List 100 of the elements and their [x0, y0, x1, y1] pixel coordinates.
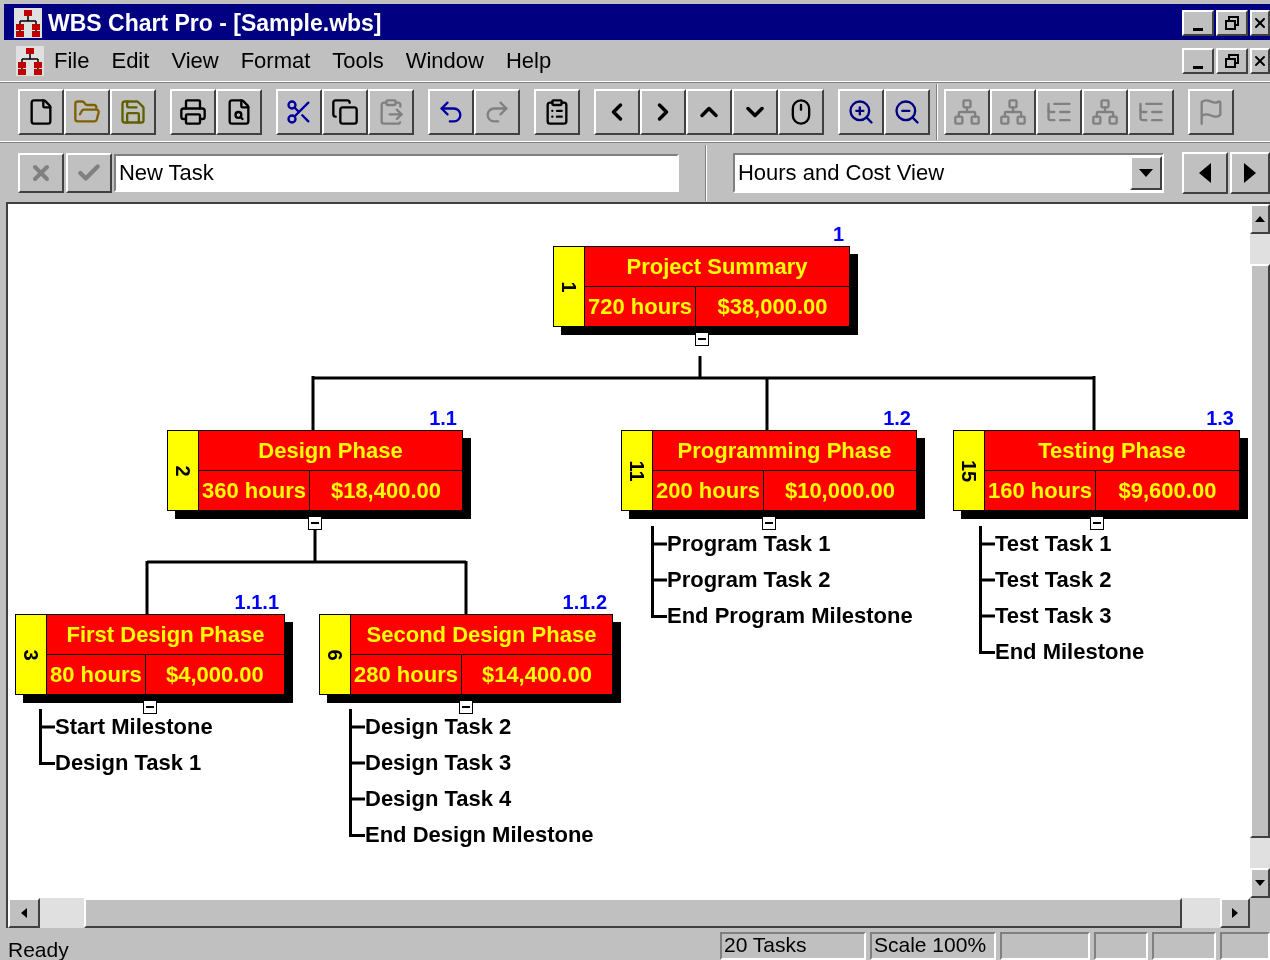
floppy-icon: [119, 98, 147, 126]
status-scale: Scale 100%: [870, 932, 996, 960]
triangle-down-icon: [1255, 880, 1265, 886]
wbs-number: 1.1.2: [561, 592, 607, 612]
toolbar-button[interactable]: [686, 89, 732, 135]
copy-icon: [331, 98, 359, 126]
scroll-down-button[interactable]: [1250, 868, 1270, 898]
minimize-icon: [1193, 65, 1203, 69]
task-label[interactable]: End Program Milestone: [667, 605, 913, 627]
window-title: WBS Chart Pro - [Sample.wbs]: [48, 8, 382, 38]
toolbar-button[interactable]: [18, 89, 64, 135]
task-label[interactable]: Design Task 4: [365, 788, 512, 810]
node-title: Programming Phase: [676, 437, 893, 465]
tree-line: [349, 745, 365, 781]
triangle-right-icon: [1244, 162, 1257, 183]
scroll-thumb[interactable]: [1250, 264, 1270, 838]
hours-cell: 360 hours: [199, 471, 310, 510]
tree-line: [349, 709, 365, 745]
collapse-button[interactable]: [308, 516, 322, 530]
status-pane: [1094, 932, 1148, 960]
collapse-button[interactable]: [694, 332, 709, 346]
vertical-scrollbar[interactable]: [1250, 204, 1270, 898]
node-title: Second Design Phase: [365, 621, 598, 649]
task-label[interactable]: Design Task 3: [365, 752, 512, 774]
menu-item[interactable]: Tools: [332, 44, 384, 77]
menu-item[interactable]: Format: [240, 44, 311, 77]
toolbar-button[interactable]: [778, 89, 824, 135]
menu-item[interactable]: Edit: [111, 44, 150, 77]
toolbar-button[interactable]: [428, 89, 474, 135]
task-label[interactable]: Program Task 2: [667, 569, 831, 591]
task-node[interactable]: 6 Second Design Phase 280 hours $14,400.00: [319, 614, 613, 695]
scroll-left-button[interactable]: [8, 898, 40, 928]
toolbar-button[interactable]: [64, 89, 110, 135]
toolbar-button[interactable]: [594, 89, 640, 135]
task-label[interactable]: Test Task 1: [995, 533, 1112, 555]
cost-cell-text: $14,400.00: [480, 661, 593, 689]
toolbar-button[interactable]: [276, 89, 322, 135]
menu-item[interactable]: Help: [505, 44, 552, 77]
task-label[interactable]: Design Task 1: [55, 752, 202, 774]
triangle-up-icon: [1255, 216, 1265, 222]
toolbar-button[interactable]: [884, 89, 930, 135]
tree-line: [651, 526, 667, 562]
restore-button[interactable]: [1216, 47, 1248, 74]
node-title: Design Phase: [257, 437, 404, 465]
cost-cell-text: $10,000.00: [783, 477, 896, 505]
task-node[interactable]: 1 Project Summary 720 hours $38,000.00: [553, 246, 850, 327]
previous-button[interactable]: [1182, 151, 1229, 194]
toolbar-button[interactable]: [640, 89, 686, 135]
toolbar-button[interactable]: [322, 89, 368, 135]
minimize-icon: [1193, 28, 1203, 31]
triangle-left-icon: [21, 908, 27, 918]
task-label[interactable]: Program Task 1: [667, 533, 831, 555]
task-label[interactable]: Design Task 2: [365, 716, 512, 738]
status-task-count: 20 Tasks: [720, 932, 866, 960]
scroll-up-button[interactable]: [1250, 204, 1270, 234]
org-chart-icon: [1091, 98, 1119, 126]
task-node[interactable]: 15 Testing Phase 160 hours $9,600.00: [953, 430, 1240, 511]
collapse-button[interactable]: [1089, 516, 1104, 530]
task-label[interactable]: Test Task 2: [995, 569, 1112, 591]
triangle-right-icon: [1232, 908, 1238, 918]
task-label[interactable]: Start Milestone: [55, 716, 213, 738]
tree-line: [979, 526, 995, 562]
zoom-out-icon: [893, 98, 921, 126]
status-pane: [1152, 932, 1216, 960]
cost-cell-text: $4,000.00: [164, 661, 265, 689]
node-id: 2: [173, 464, 193, 477]
menu-item[interactable]: Window: [405, 44, 484, 77]
task-label[interactable]: End Milestone: [995, 641, 1145, 663]
menu-item[interactable]: View: [171, 44, 219, 77]
toolbar-button[interactable]: [732, 89, 778, 135]
minimize-button[interactable]: [1182, 10, 1214, 36]
toolbar-button[interactable]: [216, 89, 262, 135]
toolbar-button[interactable]: [534, 89, 580, 135]
collapse-button[interactable]: [459, 700, 473, 714]
toolbar-button[interactable]: [170, 89, 216, 135]
task-label[interactable]: Test Task 3: [995, 605, 1112, 627]
scroll-right-button[interactable]: [1220, 898, 1250, 928]
printer-icon: [179, 98, 207, 126]
view-dropdown[interactable]: Hours and Cost View: [732, 152, 1165, 193]
toolbar-button[interactable]: [110, 89, 156, 135]
task-node[interactable]: 3 First Design Phase 80 hours $4,000.00: [15, 614, 285, 695]
task-node[interactable]: 2 Design Phase 360 hours $18,400.00: [167, 430, 463, 511]
task-label[interactable]: End Design Milestone: [365, 824, 594, 846]
minimize-button[interactable]: [1182, 47, 1214, 74]
close-button[interactable]: [1250, 10, 1270, 36]
menu-item[interactable]: File: [54, 44, 90, 77]
org-chart-icon: [16, 45, 44, 76]
close-button[interactable]: [1250, 47, 1270, 74]
toolbar-button[interactable]: [838, 89, 884, 135]
cost-cell-text: $9,600.00: [1117, 477, 1218, 505]
restore-button[interactable]: [1216, 10, 1248, 36]
collapse-button[interactable]: [762, 516, 776, 530]
hours-cell: 280 hours: [351, 655, 462, 694]
hours-cell: 720 hours: [585, 287, 696, 326]
task-name-field[interactable]: New Task: [113, 153, 679, 192]
collapse-button[interactable]: [143, 700, 157, 714]
wbs-number: 1.2: [882, 408, 911, 428]
wbs-number: 1.1: [428, 408, 457, 428]
task-node[interactable]: 11 Programming Phase 200 hours $10,000.00: [621, 430, 917, 511]
next-button[interactable]: [1230, 151, 1270, 194]
